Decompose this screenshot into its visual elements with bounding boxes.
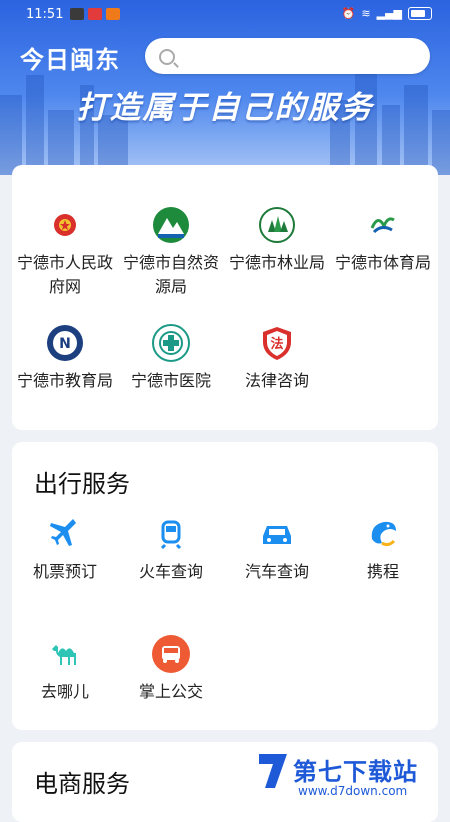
dolphin-icon	[363, 514, 403, 554]
travel-item-flight[interactable]: 机票预订	[12, 514, 118, 584]
forestry-logo-icon	[257, 205, 297, 245]
battery-icon	[408, 7, 432, 20]
app-notification-icon	[88, 8, 102, 20]
car-icon	[257, 514, 297, 554]
gov-item-government[interactable]: 宁德市人民政府网	[12, 205, 118, 299]
gov-item-forestry[interactable]: 宁德市林业局	[224, 205, 330, 275]
wifi-icon: ≋	[361, 7, 371, 20]
gov-item-sports[interactable]: 宁德市体育局	[330, 205, 436, 275]
travel-item-ctrip[interactable]: 携程	[330, 514, 436, 584]
law-shield-icon: 法	[257, 323, 297, 363]
app-title: 今日闽东	[20, 46, 120, 74]
system-icons: ⏰ ≋ ▂▄▆	[342, 7, 432, 20]
watermark-name: 第七下载站	[293, 758, 418, 786]
gov-item-legal[interactable]: 法 法律咨询	[224, 323, 330, 393]
app-notification-icon	[70, 8, 84, 20]
travel-item-bus[interactable]: 掌上公交	[118, 634, 224, 704]
search-icon	[159, 49, 175, 65]
bus-icon	[151, 634, 191, 674]
watermark-url: www.d7down.com	[298, 784, 408, 798]
travel-services-card: 出行服务 机票预订 火车查询 汽车查询 携程 去哪儿 掌上公交	[12, 442, 438, 730]
sports-logo-icon	[363, 205, 403, 245]
signal-icon: ▂▄▆	[376, 7, 402, 20]
national-emblem-icon	[45, 205, 85, 245]
education-logo-icon: N	[45, 323, 85, 363]
svg-text:法: 法	[270, 336, 283, 352]
plane-icon	[45, 514, 85, 554]
section-title-travel: 出行服务	[34, 470, 130, 498]
svg-text:N: N	[59, 336, 71, 352]
hospital-logo-icon	[151, 323, 191, 363]
gov-item-hospital[interactable]: 宁德市医院	[118, 323, 224, 393]
mountain-logo-icon	[151, 205, 191, 245]
watermark-logo-icon	[259, 754, 287, 788]
alarm-icon: ⏰	[341, 7, 356, 20]
gov-services-card: 宁德市人民政府网 宁德市自然资源局 宁德市林业局 宁德市体育局 N 宁德市教育局…	[12, 165, 438, 430]
search-input[interactable]	[145, 38, 430, 74]
gov-item-natural-resources[interactable]: 宁德市自然资源局	[118, 205, 224, 299]
status-bar: 11:51 ⏰ ≋ ▂▄▆	[0, 0, 450, 30]
notification-icons	[70, 8, 120, 20]
gov-item-education[interactable]: N 宁德市教育局	[12, 323, 118, 393]
slogan-text: 打造属于自己的服务	[76, 90, 374, 126]
camel-icon	[45, 634, 85, 674]
travel-item-train[interactable]: 火车查询	[118, 514, 224, 584]
travel-item-qunar[interactable]: 去哪儿	[12, 634, 118, 704]
train-icon	[151, 514, 191, 554]
travel-item-car[interactable]: 汽车查询	[224, 514, 330, 584]
app-notification-icon	[106, 8, 120, 20]
section-title-ecommerce: 电商服务	[34, 770, 130, 798]
status-time: 11:51	[26, 7, 64, 22]
